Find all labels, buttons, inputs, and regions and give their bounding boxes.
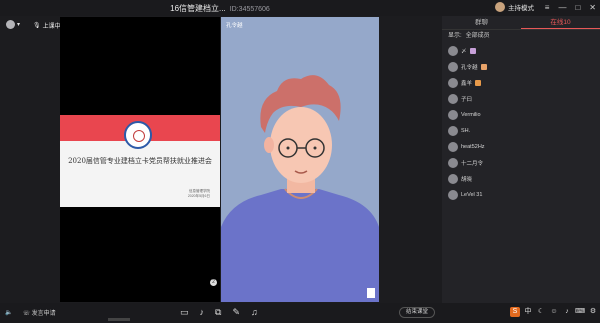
member-name: 子曰 <box>461 97 473 103</box>
panel-tabs: 群聊 在线10 <box>442 16 600 30</box>
presenter-avatar-illustration <box>221 75 379 302</box>
system-tray: S 中 ☾ ☺ ♪ ⌨ ⚙ <box>510 307 598 317</box>
class-status-label: 上课中 <box>42 24 61 30</box>
member-name: 鑫羊 <box>461 81 473 87</box>
slide-meta: 信息管理学院 2020年5月6日 <box>188 189 210 199</box>
avatar <box>448 126 458 136</box>
member-item[interactable]: LeVel 31 <box>442 187 600 203</box>
member-item[interactable]: 〆 <box>442 43 600 59</box>
slide: 2020届信管专业建档立卡党员帮扶就业推进会 信息管理学院 2020年5月6日 <box>60 115 220 207</box>
member-filter[interactable]: 显示: 全部成员 <box>442 30 600 43</box>
filter-value: 全部成员 <box>465 33 490 39</box>
moon-icon[interactable]: ☾ <box>536 307 546 317</box>
close-icon[interactable]: ✕ <box>589 3 596 12</box>
class-status[interactable]: 🎙 上课中 <box>33 21 61 30</box>
emoji-icon[interactable]: ☺ <box>549 307 559 317</box>
filter-label: 显示: <box>448 33 462 39</box>
slide-date: 2020年5月6日 <box>187 194 210 198</box>
member-item[interactable]: 子曰 <box>442 91 600 107</box>
university-logo-icon <box>124 121 152 149</box>
request-speak-label: 发言申请 <box>31 311 56 317</box>
avatar <box>448 62 458 72</box>
avatar <box>448 174 458 184</box>
host-mode-indicator[interactable]: 主持模式 <box>495 2 534 12</box>
avatar <box>448 110 458 120</box>
avatar <box>448 78 458 88</box>
role-badge-icon <box>475 80 482 86</box>
scroll-handle[interactable] <box>108 318 130 321</box>
avatar <box>448 142 458 152</box>
camera-icon[interactable]: ▭ <box>180 307 189 318</box>
side-panel: 群聊 在线10 显示: 全部成员 〆孔令越鑫羊子曰 Vermilio SH. heat… <box>442 16 600 307</box>
user-chip[interactable]: ▾ <box>6 20 20 29</box>
microphone-icon[interactable]: ♪ <box>200 307 205 318</box>
member-name: heat52Hz <box>461 144 485 150</box>
member-name: 〆 <box>461 49 467 55</box>
tab-online[interactable]: 在线10 <box>521 16 600 29</box>
avatar <box>6 20 15 29</box>
slide-stage: 2020届信管专业建档立卡党员帮扶就业推进会 信息管理学院 2020年5月6日 … <box>60 17 220 302</box>
speaker-icon[interactable]: 🔈 <box>5 309 12 316</box>
role-badge-icon <box>480 64 487 70</box>
mic-icon: 🎙 <box>33 23 41 29</box>
member-name: 胡晓 <box>461 177 473 183</box>
member-name: 孔令越 <box>461 65 478 71</box>
camera-view: 孔令越 <box>221 17 379 302</box>
member-item[interactable]: Vermilio <box>442 107 600 123</box>
member-item[interactable]: heat52Hz <box>442 139 600 155</box>
member-item[interactable]: SH. <box>442 123 600 139</box>
media-controls: ▭ ♪ ⧉ ✎ ♫ <box>180 307 258 318</box>
avatar <box>448 94 458 104</box>
class-title: 16信管建档立... <box>170 4 226 13</box>
member-item[interactable]: 胡晓 <box>442 171 600 187</box>
host-mode-label: 主持模式 <box>508 5 534 12</box>
member-name: LeVel 31 <box>461 192 483 198</box>
bottom-left-controls: 🔈 ☏ 发言申请 <box>5 308 56 317</box>
maximize-icon[interactable]: □ <box>575 3 580 12</box>
bottom-toolbar: 🔈 ☏ 发言申请 ▭ ♪ ⧉ ✎ ♫ 结束课堂 S 中 ☾ ☺ ♪ ⌨ ⚙ <box>0 303 600 323</box>
host-avatar <box>495 2 505 12</box>
chinese-input-icon[interactable]: 中 <box>523 307 533 317</box>
menu-icon[interactable]: ≡ <box>545 3 550 12</box>
member-name: Vermilio <box>461 112 481 118</box>
request-speak-button[interactable]: ☏ 发言申请 <box>22 308 55 317</box>
settings-icon[interactable]: ⚙ <box>588 307 598 317</box>
member-name: 十二月令 <box>461 161 484 167</box>
minimize-icon[interactable]: — <box>558 3 566 12</box>
room-id: ID:34557606 <box>229 6 270 13</box>
member-item[interactable]: 十二月令 <box>442 155 600 171</box>
avatar <box>448 46 458 56</box>
mic-tray-icon[interactable]: ♪ <box>562 307 572 317</box>
title-bar: 16信管建档立... ID:34557606 主持模式 ≡ — □ ✕ <box>0 0 600 16</box>
tab-chat[interactable]: 群聊 <box>442 16 521 29</box>
member-item[interactable]: 孔令越 <box>442 59 600 75</box>
page-badge[interactable]: 2 <box>210 279 217 286</box>
picture-in-picture-icon[interactable] <box>367 288 375 298</box>
whiteboard-icon[interactable]: ✎ <box>232 307 240 318</box>
end-class-button[interactable]: 结束课堂 <box>399 307 436 318</box>
member-item[interactable]: 鑫羊 <box>442 75 600 91</box>
chevron-down-icon: ▾ <box>17 22 21 28</box>
avatar <box>448 190 458 200</box>
member-name: SH. <box>461 128 471 134</box>
window-title: 16信管建档立... ID:34557606 <box>0 3 440 14</box>
member-list: 〆孔令越鑫羊子曰 Vermilio SH. heat52Hz 十二月令胡晓 LeVel 3… <box>442 43 600 203</box>
window-controls: ≡ — □ ✕ <box>545 3 596 12</box>
keyboard-icon[interactable]: ⌨ <box>575 307 585 317</box>
ime-icon[interactable]: S <box>510 307 520 317</box>
screen-share-icon[interactable]: ⧉ <box>215 307 221 318</box>
role-badge-icon <box>469 48 476 54</box>
slide-title: 2020届信管专业建档立卡党员帮扶就业推进会 <box>68 157 212 165</box>
music-icon[interactable]: ♫ <box>251 307 258 318</box>
avatar <box>448 158 458 168</box>
